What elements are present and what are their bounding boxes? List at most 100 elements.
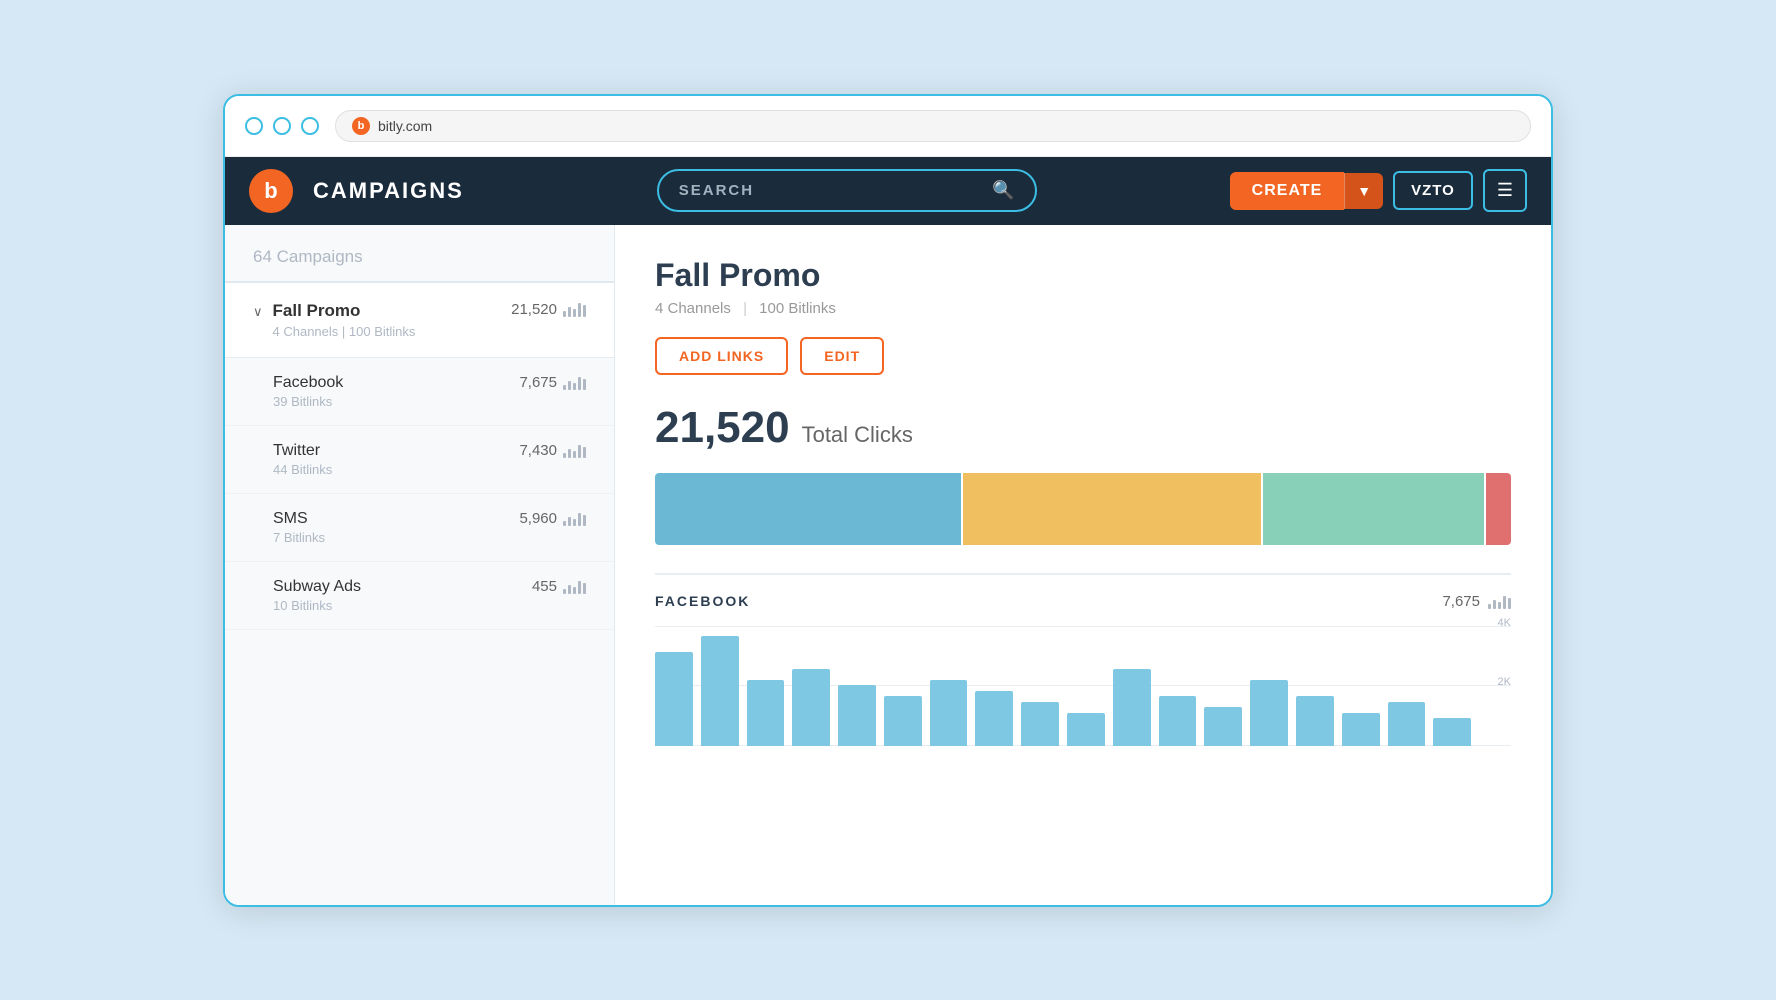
campaign-bitlinks: 100 Bitlinks (349, 324, 415, 339)
campaigns-count: 64 Campaigns (253, 247, 363, 266)
bar-segment-sms (1263, 473, 1484, 545)
chart-bar (655, 652, 693, 746)
address-bar[interactable]: b bitly.com (335, 110, 1531, 142)
total-clicks-display: 21,520 Total Clicks (655, 403, 1511, 453)
channel-item-facebook[interactable]: Facebook 39 Bitlinks 7,675 (225, 358, 614, 426)
campaign-item-left: ∨ Fall Promo 4 Channels | 100 Bitlinks (253, 301, 415, 339)
channel-meta-sms: 7 Bitlinks (273, 530, 325, 545)
chart-bar (1433, 718, 1471, 746)
facebook-section-stats: 7,675 (1442, 593, 1511, 610)
channel-name-subway: Subway Ads (273, 578, 361, 596)
campaign-name: Fall Promo (273, 301, 416, 321)
subway-clicks: 455 (532, 578, 557, 595)
search-input[interactable] (679, 182, 983, 199)
campaign-meta: 4 Channels | 100 Bitlinks (273, 324, 416, 339)
channel-name-facebook: Facebook (273, 374, 343, 392)
url-text: bitly.com (378, 118, 432, 134)
app-header: b CAMPAIGNS 🔍 CREATE ▼ VZTO ☰ (225, 157, 1551, 225)
app-logo: b (249, 169, 293, 213)
chart-bar (1021, 702, 1059, 746)
chart-bar (747, 680, 785, 746)
search-bar-container: 🔍 (484, 169, 1210, 212)
chart-bar (884, 696, 922, 746)
channel-info-facebook: Facebook 39 Bitlinks (273, 374, 343, 409)
app-title: CAMPAIGNS (313, 178, 464, 204)
chart-bar (975, 691, 1013, 746)
channel-stats-twitter: 7,430 (519, 442, 586, 459)
channel-stats-subway: 455 (532, 578, 586, 595)
campaign-item[interactable]: ∨ Fall Promo 4 Channels | 100 Bitlinks 2… (225, 283, 614, 358)
create-dropdown-button[interactable]: ▼ (1344, 173, 1383, 209)
favicon: b (352, 117, 370, 135)
channel-info-sms: SMS 7 Bitlinks (273, 510, 325, 545)
channel-stats-sms: 5,960 (519, 510, 586, 527)
chart-bar (838, 685, 876, 746)
channel-item-subway[interactable]: Subway Ads 10 Bitlinks 455 (225, 562, 614, 630)
facebook-bar-chart: 4K 2K (655, 626, 1511, 766)
user-button[interactable]: VZTO (1393, 171, 1473, 210)
campaign-sep: | (342, 324, 349, 339)
campaign-detail-subtitle: 4 Channels | 100 Bitlinks (655, 300, 1511, 317)
app-body: 64 Campaigns ∨ Fall Promo 4 Channels | 1… (225, 225, 1551, 905)
campaign-detail-title: Fall Promo (655, 257, 1511, 294)
chart-bar (1159, 696, 1197, 746)
channel-item-sms[interactable]: SMS 7 Bitlinks 5,960 (225, 494, 614, 562)
facebook-clicks: 7,675 (519, 374, 557, 391)
stacked-bar-chart (655, 473, 1511, 545)
create-button[interactable]: CREATE (1230, 172, 1345, 210)
search-icon[interactable]: 🔍 (992, 180, 1014, 201)
header-actions: CREATE ▼ VZTO ☰ (1230, 169, 1527, 212)
edit-button[interactable]: EDIT (800, 337, 884, 375)
chart-bar (1113, 669, 1151, 746)
facebook-bar-icon (563, 374, 586, 390)
chart-bar (1388, 702, 1426, 746)
total-clicks-label: Total Clicks (802, 422, 913, 448)
facebook-section-bar-icon (1488, 593, 1511, 609)
twitter-clicks: 7,430 (519, 442, 557, 459)
chart-bar (792, 669, 830, 746)
total-clicks-number: 21,520 (655, 403, 790, 453)
chart-bar (701, 636, 739, 746)
channel-info-subway: Subway Ads 10 Bitlinks (273, 578, 361, 613)
subway-bar-icon (563, 578, 586, 594)
detail-sep: | (743, 300, 747, 317)
browser-dot-1[interactable] (245, 117, 263, 135)
chart-bar (1250, 680, 1288, 746)
facebook-section-title: FACEBOOK (655, 593, 750, 609)
grid-label-2k: 2K (1498, 676, 1511, 688)
campaign-info: Fall Promo 4 Channels | 100 Bitlinks (273, 301, 416, 339)
facebook-section-header: FACEBOOK 7,675 (655, 573, 1511, 610)
bar-segment-subway (1486, 473, 1512, 545)
channel-name-twitter: Twitter (273, 442, 332, 460)
chart-bar (1296, 696, 1334, 746)
browser-window: b bitly.com b CAMPAIGNS 🔍 CREATE ▼ VZTO … (223, 94, 1553, 907)
menu-button[interactable]: ☰ (1483, 169, 1527, 212)
browser-dot-3[interactable] (301, 117, 319, 135)
channel-info-twitter: Twitter 44 Bitlinks (273, 442, 332, 477)
chart-bar (1342, 713, 1380, 746)
channel-meta-subway: 10 Bitlinks (273, 598, 361, 613)
campaign-chevron-icon: ∨ (253, 304, 263, 320)
channel-meta-twitter: 44 Bitlinks (273, 462, 332, 477)
chart-bars-container (655, 636, 1471, 746)
campaign-channels: 4 Channels (273, 324, 339, 339)
browser-dot-2[interactable] (273, 117, 291, 135)
bar-segment-facebook (655, 473, 961, 545)
create-btn-group: CREATE ▼ (1230, 172, 1383, 210)
twitter-bar-icon (563, 442, 586, 458)
grid-label-4k: 4K (1498, 617, 1511, 629)
channel-item-twitter[interactable]: Twitter 44 Bitlinks 7,430 (225, 426, 614, 494)
chart-bar (1204, 707, 1242, 746)
channel-meta-facebook: 39 Bitlinks (273, 394, 343, 409)
sidebar: 64 Campaigns ∨ Fall Promo 4 Channels | 1… (225, 225, 615, 905)
bar-segment-twitter (963, 473, 1261, 545)
sidebar-header: 64 Campaigns (225, 225, 614, 283)
channel-stats-facebook: 7,675 (519, 374, 586, 391)
facebook-section-clicks: 7,675 (1442, 593, 1480, 610)
add-links-button[interactable]: ADD LINKS (655, 337, 788, 375)
action-buttons: ADD LINKS EDIT (655, 337, 1511, 375)
campaign-item-header: ∨ Fall Promo 4 Channels | 100 Bitlinks 2… (253, 301, 586, 339)
browser-chrome: b bitly.com (225, 96, 1551, 157)
campaign-stats: 21,520 (511, 301, 586, 318)
channel-name-sms: SMS (273, 510, 325, 528)
